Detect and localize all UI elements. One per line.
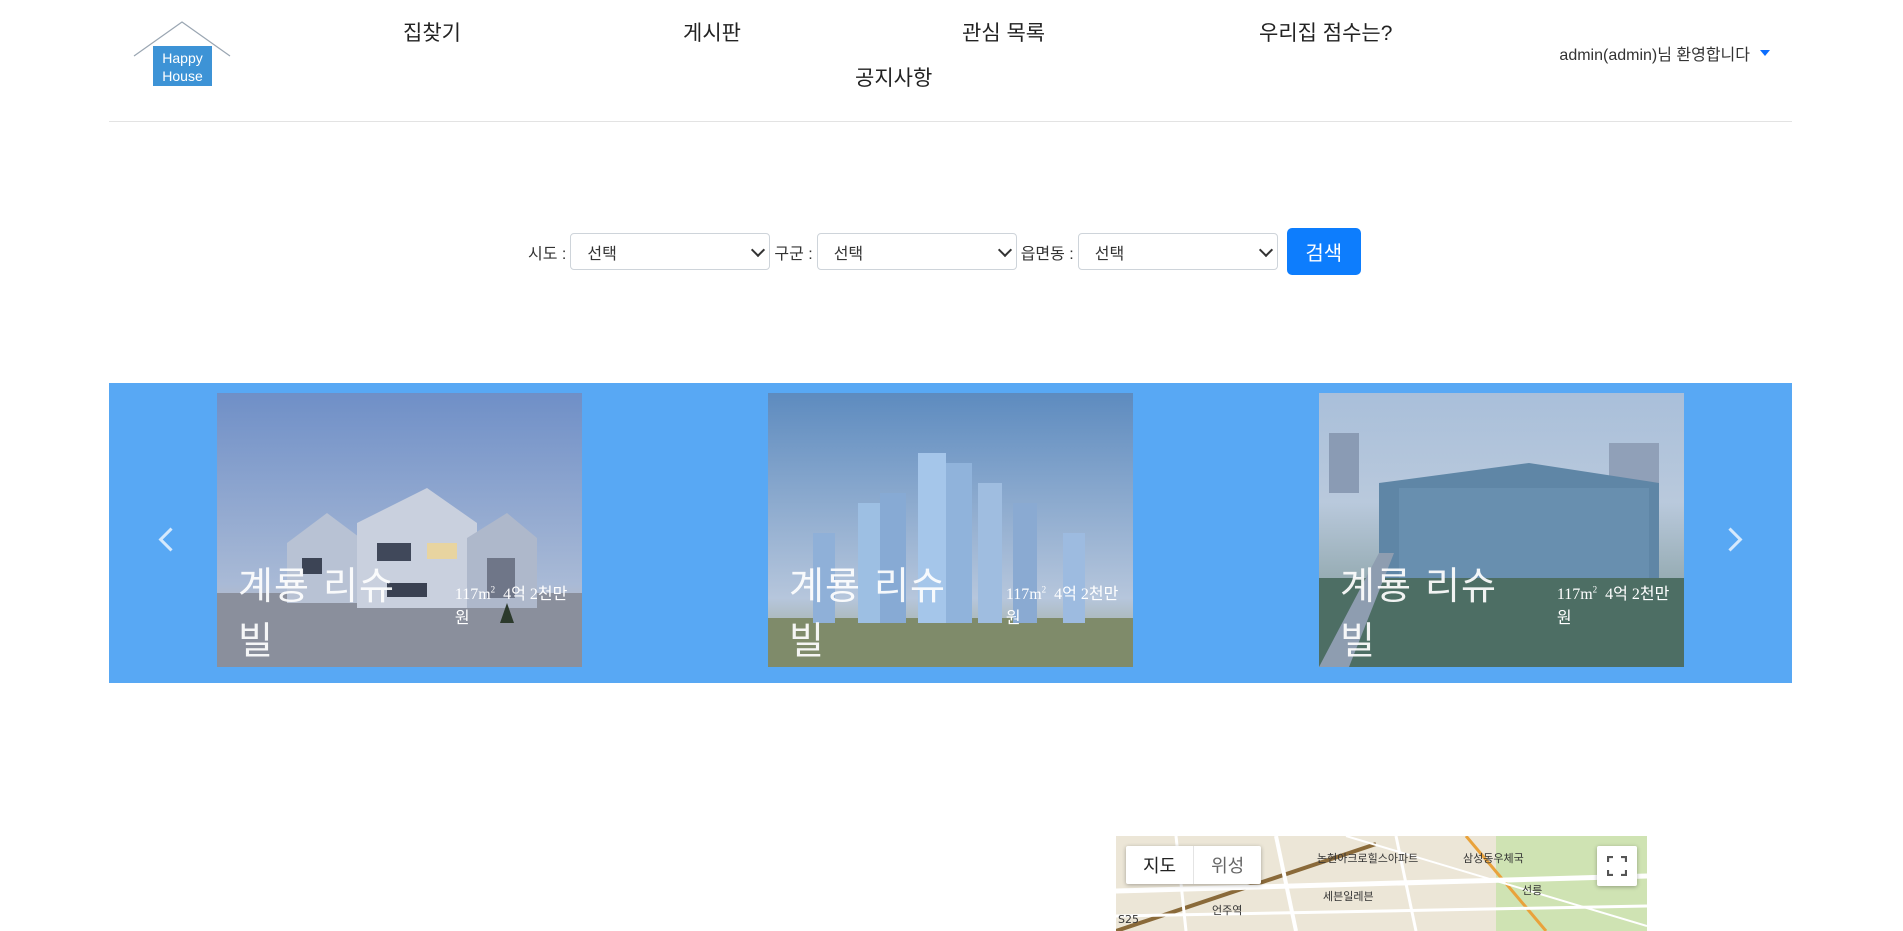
map-type-satellite-button[interactable]: 위성: [1193, 846, 1261, 884]
gugun-select[interactable]: 선택: [816, 233, 1017, 270]
chevron-down-icon: [997, 242, 1012, 257]
map-label: 언주역: [1212, 904, 1243, 917]
carousel-slide-1[interactable]: 계룡 리슈빌 117m2 4억 2천만원: [217, 393, 582, 667]
slide-title: 계룡 리슈빌: [789, 564, 946, 663]
fullscreen-icon: [1607, 856, 1627, 876]
chevron-down-icon: [1258, 242, 1273, 257]
dong-select-value: 선택: [1094, 245, 1125, 263]
map-label: S25: [1118, 913, 1139, 926]
user-menu-dropdown[interactable]: admin(admin)님 환영합니다: [1559, 41, 1770, 65]
apartment-carousel: 계룡 리슈빌 117m2 4억 2천만원 계룡 리슈빌 117m2 4억 2천만…: [109, 383, 1792, 683]
nav-find-house[interactable]: 집찾기: [403, 17, 461, 47]
header-divider: [109, 121, 1792, 122]
chevron-down-icon: [751, 242, 766, 257]
region-search-form: 시도 : 선택 구군 : 선택 읍면동 : 선택 검색: [526, 228, 1361, 275]
slide-title: 계룡 리슈빌: [1340, 564, 1497, 663]
logo-text-line1: Happy: [162, 50, 202, 66]
slide-caption: 계룡 리슈빌 117m2 4억 2천만원: [789, 555, 1133, 665]
fullscreen-button[interactable]: [1597, 846, 1637, 886]
dong-select[interactable]: 선택: [1077, 233, 1278, 270]
dong-label: 읍면동 :: [1020, 245, 1074, 263]
map-label: 선릉: [1522, 884, 1543, 897]
map-type-control: 지도 위성: [1126, 846, 1262, 884]
nav-house-score[interactable]: 우리집 점수는?: [1259, 17, 1392, 47]
slide-caption: 계룡 리슈빌 117m2 4억 2천만원: [1340, 555, 1684, 665]
sido-select-value: 선택: [587, 245, 617, 263]
slide-info: 117m2 4억 2천만원: [1005, 584, 1119, 627]
carousel-prev-icon[interactable]: [158, 527, 183, 552]
logo-text-line2: House: [162, 68, 203, 84]
carousel-slide-3[interactable]: 계룡 리슈빌 117m2 4억 2천만원: [1319, 393, 1684, 667]
happy-house-logo[interactable]: Happy House: [130, 20, 234, 90]
slide-title: 계룡 리슈빌: [238, 564, 395, 663]
sido-label: 시도 :: [528, 245, 567, 263]
gugun-select-value: 선택: [833, 245, 864, 263]
gugun-label: 구군 :: [774, 245, 813, 263]
sido-select[interactable]: 선택: [570, 233, 771, 270]
slide-info: 117m2 4억 2천만원: [454, 584, 568, 627]
slide-caption: 계룡 리슈빌 117m2 4억 2천만원: [238, 555, 582, 665]
user-greeting: admin(admin)님 환영합니다: [1559, 47, 1750, 64]
carousel-next-icon[interactable]: [1718, 527, 1743, 552]
map-label: 논현아크로힐스아파트: [1317, 852, 1419, 865]
search-button[interactable]: 검색: [1286, 228, 1361, 275]
carousel-slide-2[interactable]: 계룡 리슈빌 117m2 4억 2천만원: [768, 393, 1133, 667]
map-label: 세븐일레븐: [1323, 890, 1374, 903]
slide-info: 117m2 4억 2천만원: [1556, 584, 1670, 627]
nav-notice[interactable]: 공지사항: [855, 62, 932, 92]
map-type-map-button[interactable]: 지도: [1126, 846, 1193, 884]
map-view[interactable]: 논현아크로힐스아파트 삼성동우체국 세븐일레븐 언주역 선릉 S25 지도 위성: [1116, 836, 1647, 931]
nav-favorites[interactable]: 관심 목록: [962, 17, 1045, 47]
caret-down-icon: [1760, 50, 1770, 56]
nav-board[interactable]: 게시판: [683, 17, 741, 47]
map-label: 삼성동우체국: [1463, 852, 1524, 865]
